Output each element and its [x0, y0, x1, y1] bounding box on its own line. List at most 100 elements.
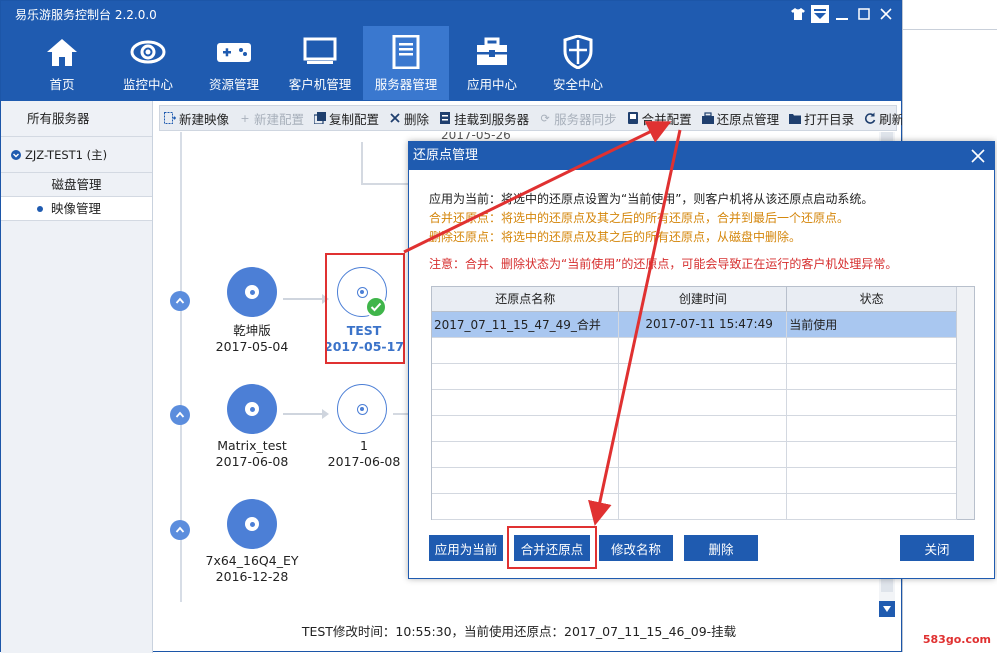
server-name: ZJZ-TEST1 (主) [25, 147, 108, 162]
sidebar-item-label: 映像管理 [51, 201, 102, 216]
table-row[interactable] [432, 493, 957, 520]
maximize-icon[interactable] [855, 5, 873, 23]
delete-button[interactable]: 删除 [389, 109, 429, 128]
table-row[interactable] [432, 337, 957, 364]
new-image-icon [164, 112, 176, 124]
restore-point-name: 2017_07_11_15_47_49_合并 [432, 311, 620, 338]
nav-server[interactable]: 服务器管理 [363, 26, 449, 100]
new-image-button[interactable]: 新建映像 [164, 109, 229, 128]
base-image-disk-icon[interactable] [227, 267, 277, 317]
delete-restore-point-button[interactable]: 删除 [684, 535, 758, 561]
new-config-button[interactable]: + 新建配置 [239, 109, 304, 128]
toolbar-label: 删除 [404, 111, 430, 127]
nav-home[interactable]: 首页 [19, 26, 105, 100]
help-merge: 合并还原点：将选中的还原点及其之后的所有还原点，合并到最后一个还原点。 [429, 211, 850, 225]
mount-button[interactable]: 挂载到服务器 [439, 109, 529, 128]
close-dialog-button[interactable]: 关闭 [900, 535, 974, 561]
toolbar-label: 服务器同步 [554, 111, 617, 127]
toolbar-label: 新建配置 [254, 111, 305, 127]
collapse-icon[interactable] [11, 149, 21, 160]
gamepad-icon [216, 34, 252, 70]
table-row[interactable] [432, 415, 957, 442]
table-row[interactable] [432, 467, 957, 494]
server-sync-button[interactable]: ⟳ 服务器同步 [539, 109, 617, 128]
scroll-down-icon[interactable] [879, 601, 895, 617]
image-date: 2017-06-08 [215, 454, 289, 469]
restore-point-status: 当前使用 [786, 311, 957, 338]
table-row[interactable]: 2017_07_11_15_47_49_合并 2017-07-11 15:47:… [432, 311, 957, 338]
connector-line [361, 142, 363, 184]
restore-point-table: 还原点名称 创建时间 状态 2017_07_11_15_47_49_合并 201… [431, 286, 975, 520]
toolbar-label: 挂载到服务器 [454, 111, 530, 127]
eye-icon [130, 34, 166, 70]
sidebar-item-image[interactable]: 映像管理 [1, 197, 152, 221]
base-image-disk-icon[interactable] [227, 499, 277, 549]
nav-resource[interactable]: 资源管理 [191, 26, 277, 100]
table-row[interactable] [432, 389, 957, 416]
table-scrollbar[interactable] [956, 287, 974, 519]
nav-monitor[interactable]: 监控中心 [105, 26, 191, 100]
expand-toggle-icon[interactable] [170, 405, 190, 425]
column-header[interactable]: 创建时间 [618, 287, 788, 312]
open-folder-button[interactable]: 打开目录 [789, 109, 854, 128]
skin-icon[interactable] [789, 5, 807, 23]
refresh-button[interactable]: 刷新 [864, 109, 904, 128]
column-header[interactable]: 还原点名称 [432, 287, 620, 312]
image-name: 乾坤版 [233, 323, 271, 338]
image-node-label: 7x64_16Q4_EY 2016-12-28 [197, 553, 307, 585]
toolbar-label: 新建映像 [179, 111, 230, 127]
toolbar-label: 复制配置 [329, 111, 380, 127]
menu-dropdown-icon[interactable] [811, 5, 829, 23]
home-icon [44, 34, 80, 70]
window-controls [789, 5, 895, 23]
main-nav: 首页 监控中心 资源管理 客户机管理 服务器管理 应用中心 安全中心 [19, 26, 621, 100]
nav-label: 安全中心 [552, 77, 603, 92]
table-row[interactable] [432, 363, 957, 390]
image-toolbar: 新建映像 + 新建配置 复制配置 删除 挂载到服务器 ⟳ 服务器同步 合并配置 … [159, 105, 904, 131]
help-warning: 注意：合并、删除状态为“当前使用”的还原点，可能会导致正在运行的客户机处理异常。 [429, 257, 898, 271]
image-date: 2016-12-28 [215, 569, 289, 584]
toolbar-label: 打开目录 [804, 111, 855, 127]
image-node-label: 乾坤版 2017-05-04 [197, 323, 307, 355]
table-row[interactable] [432, 441, 957, 468]
dialog-help-text: 应用为当前：将选中的还原点设置为“当前使用”，则客户机将从该还原点启动系统。 合… [429, 190, 897, 274]
nav-apps[interactable]: 应用中心 [449, 26, 535, 100]
rename-button[interactable]: 修改名称 [599, 535, 673, 561]
connector-line [361, 183, 409, 185]
sync-icon: ⟳ [540, 111, 550, 125]
server-item[interactable]: ZJZ-TEST1 (主) [1, 137, 152, 173]
close-icon[interactable] [968, 146, 988, 166]
status-bar: TEST修改时间：10:55:30，当前使用还原点：2017_07_11_15_… [301, 624, 737, 639]
restore-point-dialog: 还原点管理 应用为当前：将选中的还原点设置为“当前使用”，则客户机将从该还原点启… [408, 141, 995, 579]
snapshot-disk-icon[interactable] [337, 384, 387, 434]
column-header[interactable]: 状态 [786, 287, 957, 312]
close-icon[interactable] [877, 5, 895, 23]
copy-config-button[interactable]: 复制配置 [314, 109, 379, 128]
image-date: 2017-06-08 [327, 454, 401, 469]
help-apply: 应用为当前：将选中的还原点设置为“当前使用”，则客户机将从该还原点启动系统。 [429, 192, 874, 206]
toolbar-label: 合并配置 [641, 111, 692, 127]
help-delete: 删除还原点：将选中的还原点及其之后的所有还原点，从磁盘中删除。 [429, 230, 802, 244]
image-node-label: 1 2017-06-08 [309, 438, 419, 470]
highlight-selected-node [325, 253, 405, 364]
apply-current-button[interactable]: 应用为当前 [429, 535, 503, 561]
base-image-disk-icon[interactable] [227, 384, 277, 434]
all-servers-header[interactable]: 所有服务器 [1, 101, 152, 137]
minimize-icon[interactable] [833, 5, 851, 23]
close-icon [389, 112, 401, 124]
nav-client[interactable]: 客户机管理 [277, 26, 363, 100]
nav-label: 监控中心 [122, 77, 173, 92]
nav-label: 客户机管理 [288, 77, 352, 92]
image-name: 1 [360, 438, 368, 453]
expand-toggle-icon[interactable] [170, 291, 190, 311]
toolbar-label: 刷新 [879, 111, 905, 127]
expand-toggle-icon[interactable] [170, 520, 190, 540]
app-title: 易乐游服务控制台 2.2.0.0 [15, 8, 157, 22]
folder-icon [789, 112, 802, 124]
nav-security[interactable]: 安全中心 [535, 26, 621, 100]
merge-config-button[interactable]: 合并配置 [627, 109, 692, 128]
merge-icon [627, 112, 639, 124]
restore-point-button[interactable]: 还原点管理 [701, 109, 780, 128]
toolbar-label: 还原点管理 [716, 111, 780, 127]
sidebar-item-disk[interactable]: 磁盘管理 [1, 173, 152, 197]
